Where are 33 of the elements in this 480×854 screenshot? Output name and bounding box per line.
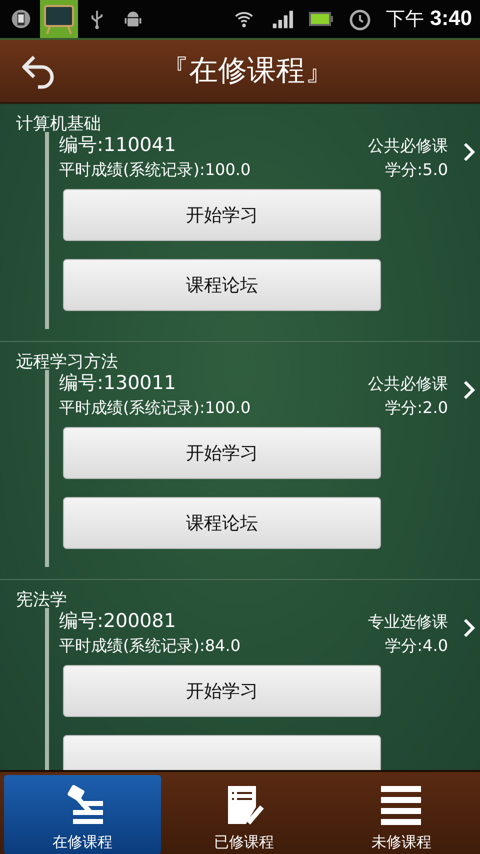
course-type: 公共必修课 [368,374,448,395]
tab[interactable]: 未修课程 [322,772,480,854]
course-grade: 平时成绩(系统记录):100.0 [59,160,251,181]
course-name: 宪法学 [15,589,68,608]
course-button[interactable]: 开始学习 [63,189,381,241]
chevron-right-icon[interactable] [463,380,475,400]
chevron-right-icon[interactable] [463,142,475,162]
course-button[interactable]: 课程论坛 [63,259,381,311]
course-name: 计算机基础 [15,113,102,132]
page-title: 『在修课程』 [160,52,334,89]
course-code: 编号:130011 [59,371,176,396]
phone-gear-icon [10,8,32,30]
course-grade: 平时成绩(系统记录):84.0 [59,636,240,657]
course-code: 编号:200081 [59,609,176,634]
tab[interactable]: 已修课程 [165,772,323,854]
lines-icon [379,783,424,827]
course-button[interactable]: 开始学习 [63,665,381,717]
tab[interactable]: 在修课程 [4,775,162,854]
course-credit: 学分:5.0 [385,160,448,181]
battery-icon [308,9,334,29]
course-grade: 平时成绩(系统记录):100.0 [59,398,251,419]
course-credit: 学分:4.0 [385,636,448,657]
course-type: 专业选修课 [368,612,448,633]
course-name: 远程学习方法 [15,351,119,370]
course-button[interactable]: 课程论坛 [63,497,381,549]
chevron-right-icon[interactable] [463,618,475,638]
chalkboard-icon [40,0,78,38]
alarm-clock-icon [348,7,372,31]
course-button[interactable]: 开始学习 [63,427,381,479]
course-credit: 学分:2.0 [385,398,448,419]
status-time: 下午 3:40 [386,6,472,32]
course-type: 公共必修课 [368,136,448,157]
course-code: 编号:110041 [59,133,176,158]
